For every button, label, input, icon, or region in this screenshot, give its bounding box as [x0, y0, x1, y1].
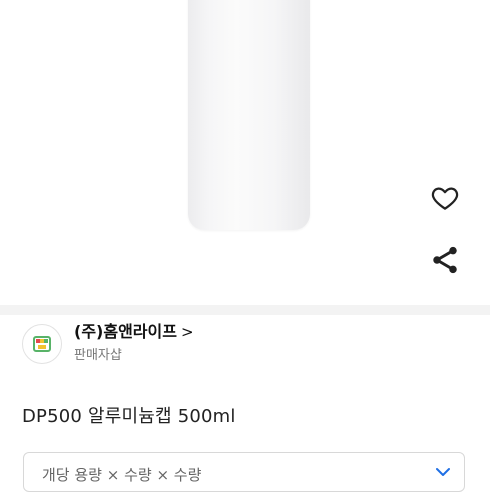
- product-image-area[interactable]: [0, 0, 490, 305]
- wishlist-button[interactable]: [425, 178, 465, 218]
- seller-logo[interactable]: [22, 324, 62, 364]
- chevron-down-icon: [436, 468, 450, 476]
- share-button[interactable]: [425, 240, 465, 280]
- share-icon: [433, 246, 457, 274]
- shop-logo-icon: [33, 336, 51, 352]
- option-select[interactable]: 개당 용량 × 수량 × 수량: [23, 452, 465, 492]
- chevron-right-icon[interactable]: >: [181, 322, 194, 342]
- seller-text: (주)홈앤라이프 > 판매자샵: [74, 322, 194, 364]
- section-divider: [0, 305, 490, 315]
- seller-name[interactable]: (주)홈앤라이프: [74, 322, 177, 342]
- product-image-bottle: [188, 0, 310, 230]
- seller-subtitle: 판매자샵: [74, 348, 122, 363]
- heart-outline-icon: [431, 187, 459, 210]
- option-placeholder: 개당 용량 × 수량 × 수량: [42, 466, 202, 484]
- seller-name-link[interactable]: (주)홈앤라이프 >: [74, 322, 194, 342]
- seller-info[interactable]: (주)홈앤라이프 > 판매자샵: [22, 322, 194, 372]
- product-title: DP500 알루미늄캡 500ml: [22, 406, 236, 427]
